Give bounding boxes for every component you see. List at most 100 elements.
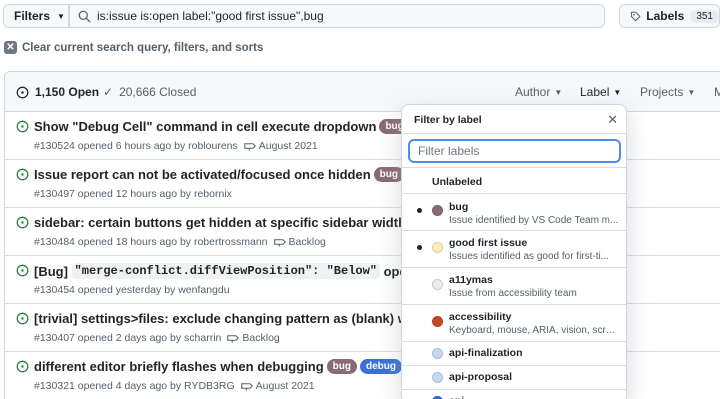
close-icon[interactable]: ✕ (607, 112, 618, 128)
filters-button-label: Filters (14, 9, 51, 23)
label-option-name: bug (449, 201, 469, 213)
label-option-desc: Issue from accessibility team (449, 288, 577, 299)
author-filter[interactable]: Author ▼ (515, 85, 562, 99)
label-color-swatch (432, 279, 443, 290)
issue-open-icon (16, 312, 29, 325)
label-color-swatch (432, 372, 443, 383)
divider (402, 133, 626, 134)
label-option-desc: Issue identified by VS Code Team m... (449, 215, 619, 226)
label-option-name: accessibility (449, 311, 512, 323)
milestones-filter[interactable]: M (714, 85, 720, 99)
milestone-icon (243, 143, 256, 151)
top-bar: Filters ▼ Labels 351 (0, 0, 720, 36)
check-icon: ✓ (103, 85, 114, 99)
issue-open-icon (16, 264, 29, 277)
label-option-accessibility[interactable]: accessibility Keyboard, mouse, ARIA, vis… (402, 304, 626, 341)
issue-meta: #130484 opened 18 hours ago by robertros… (34, 236, 268, 248)
label-color-swatch (432, 205, 443, 216)
issue-open-icon (16, 216, 29, 229)
label-option-api-finalization[interactable]: api-finalization (402, 341, 626, 365)
label-filter-dropdown: Filter by label ✕ Unlabeled bug Issue id… (401, 104, 627, 399)
issue-open-icon (16, 86, 29, 98)
issue-meta: #130407 opened 2 days ago by scharrin (34, 332, 222, 344)
milestones-filter-label: M (714, 85, 720, 99)
labels-count-badge: 351 (690, 9, 719, 23)
divider (402, 167, 626, 168)
label-color-swatch (432, 242, 443, 253)
issue-meta: #130321 opened 4 days ago by RYDB3RG (34, 380, 235, 392)
milestone[interactable]: Backlog (273, 236, 326, 248)
issue-meta: #130454 opened yesterday by wenfangdu (34, 284, 230, 296)
label-bug[interactable]: bug (373, 167, 404, 182)
milestone-icon (240, 383, 253, 391)
selected-dot-icon (417, 245, 422, 250)
issue-open-icon (16, 168, 29, 181)
dropdown-title: Filter by label (414, 114, 482, 126)
chevron-down-icon: ▼ (687, 87, 696, 97)
issue-title[interactable]: different editor briefly flashes when de… (34, 359, 324, 374)
issue-title[interactable]: Issue report can not be activated/focuse… (34, 167, 371, 182)
label-filter-field[interactable] (408, 139, 621, 163)
projects-filter-label: Projects (640, 85, 684, 99)
labels-button-label: Labels (646, 9, 685, 23)
chevron-down-icon: ▼ (613, 87, 622, 97)
milestone-icon (273, 239, 286, 247)
label-option-desc: Issues identified as good for first-ti..… (449, 251, 610, 262)
label-option-api[interactable]: api (402, 389, 626, 399)
label-option-name: good first issue (449, 237, 528, 249)
issue-title[interactable]: sidebar: certain buttons get hidden at s… (34, 215, 413, 230)
label-option-name: api-proposal (449, 371, 513, 383)
label-option-name: api (449, 395, 464, 399)
label-bug[interactable]: bug (326, 359, 357, 374)
projects-filter[interactable]: Projects ▼ (640, 85, 695, 99)
selected-dot-icon (417, 208, 422, 213)
label-debug[interactable]: debug (359, 359, 402, 374)
label-filter-input[interactable] (418, 144, 608, 158)
closed-count: 20,666 Closed (119, 85, 197, 99)
tag-icon (630, 11, 641, 21)
clear-filters-label: Clear current search query, filters, and… (22, 41, 264, 54)
open-issues-tab[interactable]: 1,150 Open (16, 85, 99, 99)
label-option-api-proposal[interactable]: api-proposal (402, 365, 626, 389)
milestone-label: Backlog (288, 236, 326, 248)
label-filter-label: Label (580, 85, 610, 99)
milestone[interactable]: August 2021 (240, 380, 315, 392)
milestone[interactable]: August 2021 (243, 140, 318, 152)
label-option-name: api-finalization (449, 347, 523, 359)
issue-title[interactable]: [Bug] "merge-conflict.diffViewPosition":… (34, 263, 437, 279)
labels-button[interactable]: Labels 351 (619, 4, 720, 28)
clear-filters-link[interactable]: ✕ Clear current search query, filters, a… (4, 41, 263, 54)
label-option-desc: Keyboard, mouse, ARIA, vision, scree... (449, 325, 619, 336)
closed-issues-tab[interactable]: ✓ 20,666 Closed (103, 85, 196, 99)
search-input[interactable] (97, 9, 597, 23)
search-bar[interactable] (69, 4, 605, 28)
issue-title-prefix: [Bug] (34, 263, 72, 279)
issue-title[interactable]: Show "Debug Cell" command in cell execut… (34, 119, 376, 134)
issue-open-icon (16, 360, 29, 373)
author-filter-label: Author (515, 85, 551, 99)
issue-meta: #130524 opened 6 hours ago by roblourens (34, 140, 238, 152)
milestone-label: August 2021 (258, 140, 318, 152)
unlabeled-option[interactable]: Unlabeled (432, 176, 482, 188)
milestone-label: Backlog (242, 332, 280, 344)
issue-open-icon (16, 120, 29, 133)
label-color-swatch (432, 348, 443, 359)
issue-title-code: "merge-conflict.diffViewPosition": "Belo… (71, 263, 380, 279)
label-option-bug[interactable]: bug Issue identified by VS Code Team m..… (402, 193, 626, 230)
milestone-icon (227, 335, 240, 343)
label-color-swatch (432, 316, 443, 327)
milestone[interactable]: Backlog (227, 332, 280, 344)
search-icon (78, 10, 91, 22)
label-option-good-first-issue[interactable]: good first issue Issues identified as go… (402, 230, 626, 267)
label-option-name: a11ymas (449, 274, 493, 286)
filters-button[interactable]: Filters ▼ (3, 4, 69, 28)
open-count: 1,150 Open (35, 85, 100, 99)
close-icon: ✕ (4, 41, 17, 54)
chevron-down-icon: ▼ (554, 87, 563, 97)
issue-title[interactable]: [trivial] settings>files: exclude changi… (34, 311, 431, 326)
label-option-a11ymas[interactable]: a11ymas Issue from accessibility team (402, 267, 626, 304)
issue-meta: #130497 opened 12 hours ago by rebornix (34, 188, 232, 200)
label-filter[interactable]: Label ▼ (580, 85, 621, 99)
chevron-down-icon: ▼ (57, 11, 65, 21)
milestone-label: August 2021 (255, 380, 315, 392)
